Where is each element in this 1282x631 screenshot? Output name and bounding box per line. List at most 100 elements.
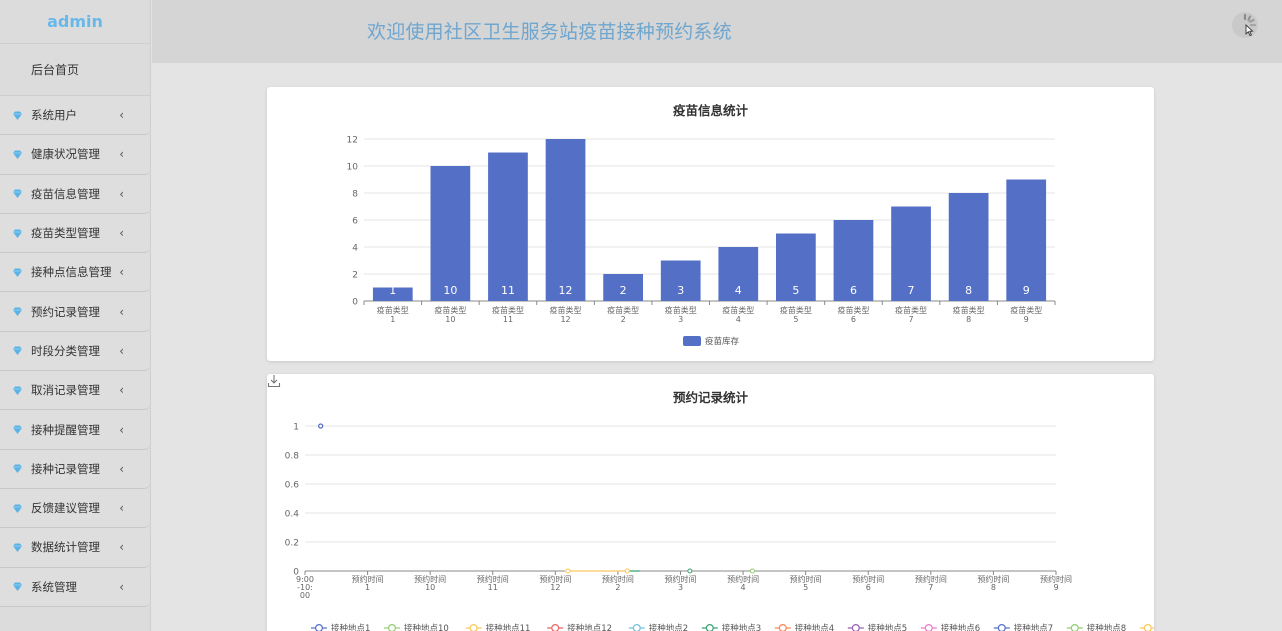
y-tick-label: 0.8 (285, 452, 300, 462)
bar-value-label: 8 (965, 284, 972, 297)
avatar[interactable] (1232, 12, 1258, 38)
legend-label: 接种地点8 (1087, 623, 1126, 631)
bar-value-label: 2 (620, 284, 627, 297)
bar-value-label: 4 (735, 284, 742, 297)
legend-label: 接种地点12 (567, 623, 612, 631)
sidebar-item[interactable]: 反馈建议管理 ‹ (0, 488, 150, 529)
x-tick-label: 疫苗类型 9 (1010, 305, 1042, 324)
gem-icon (12, 345, 23, 356)
bar-value-label: 12 (559, 284, 573, 297)
x-tick-label: 疫苗类型 8 (953, 305, 985, 324)
chevron-left-icon: ‹ (119, 461, 124, 476)
chevron-left-icon: ‹ (119, 147, 124, 162)
sidebar-item[interactable]: 数据统计管理 ‹ (0, 528, 150, 568)
x-tick-label: 疫苗类型 11 (492, 305, 524, 324)
gem-icon (12, 149, 23, 160)
legend-label: 接种地点2 (649, 623, 688, 631)
x-tick-label: 疫苗类型 10 (434, 305, 466, 324)
legend-label: 接种地点10 (404, 623, 449, 631)
sidebar-item[interactable]: 疫苗类型管理 ‹ (0, 213, 150, 254)
top-header: 欢迎使用社区卫生服务站疫苗接种预约系统 (152, 0, 1282, 63)
gem-icon (12, 542, 23, 553)
sidebar-item[interactable]: 系统管理 ‹ (0, 567, 150, 607)
sidebar-item[interactable]: 取消记录管理 ‹ (0, 371, 150, 411)
x-tick-label: 9:00 -10: 00 (296, 575, 314, 600)
x-tick-label: 预约时间 7 (915, 574, 947, 592)
chevron-left-icon: ‹ (119, 226, 124, 241)
chevron-left-icon: ‹ (119, 383, 124, 398)
gem-icon (12, 581, 23, 592)
gem-icon (12, 463, 23, 474)
x-tick-label: 预约时间 10 (414, 574, 446, 592)
x-tick-label: 预约时间 12 (539, 574, 571, 592)
gem-icon (12, 228, 23, 239)
vaccine-stats-card: 疫苗信息统计 0 2 4 6 8 10 12 1 疫苗类型 1 10 疫苗类型 10 11 疫苗类型 11 12… (267, 87, 1154, 361)
sidebar-item-label: 接种点信息管理 (31, 265, 112, 280)
chevron-left-icon: ‹ (119, 422, 124, 437)
chevron-left-icon: ‹ (119, 343, 124, 358)
x-tick-label: 疫苗类型 1 (377, 305, 409, 324)
legend-marker (632, 624, 641, 631)
x-tick-label: 疫苗类型 4 (722, 305, 754, 324)
sidebar-item[interactable]: 接种提醒管理 ‹ (0, 410, 150, 450)
x-tick-label: 预约时间 2 (602, 574, 634, 592)
x-tick-label: 预约时间 4 (727, 574, 759, 592)
bar (488, 152, 528, 301)
sidebar-item[interactable]: 系统用户 ‹ (0, 96, 150, 136)
y-tick-label: 6 (352, 217, 358, 227)
series-point (565, 568, 571, 574)
legend-marker (705, 624, 714, 631)
legend-label: 接种地点11 (486, 623, 531, 631)
sidebar-item[interactable]: 预约记录管理 ‹ (0, 292, 150, 332)
legend-marker (315, 624, 323, 631)
legend-marker (388, 624, 396, 631)
page-title: 欢迎使用社区卫生服务站疫苗接种预约系统 (367, 21, 732, 43)
legend-label: 接种地点6 (941, 623, 980, 631)
bar-value-label: 10 (443, 284, 457, 297)
sidebar-item-label: 系统用户 (31, 108, 77, 123)
legend-marker (997, 624, 1006, 631)
x-tick-label: 预约时间 9 (1040, 574, 1072, 592)
y-tick-label: 1 (293, 423, 299, 433)
series-point (624, 568, 630, 574)
x-tick-label: 预约时间 1 (352, 574, 384, 592)
sidebar-item-label: 取消记录管理 (31, 383, 100, 398)
bar-value-label: 7 (908, 284, 915, 297)
sidebar-item[interactable]: 接种点信息管理 ‹ (0, 253, 150, 293)
legend-label: 接种地点4 (795, 623, 834, 631)
sidebar-item-label: 数据统计管理 (31, 540, 100, 555)
sidebar-home-link[interactable]: 后台首页 (0, 44, 150, 96)
appointment-stats-card: 预约记录统计 0 0.2 0.4 0.6 0.8 1 9:00 -10: 00 预约时间 1 预约时间… (267, 374, 1154, 631)
sidebar-item[interactable]: 时段分类管理 ‹ (0, 331, 150, 372)
sidebar-item[interactable]: 接种记录管理 ‹ (0, 449, 150, 489)
gem-icon (12, 267, 23, 278)
chevron-left-icon: ‹ (119, 265, 124, 280)
sidebar-item[interactable]: 健康状况管理 ‹ (0, 135, 150, 175)
x-tick-label: 疫苗类型 5 (780, 305, 812, 324)
legend-marker (551, 624, 560, 631)
sidebar-menu: 系统用户 ‹ 健康状况管理 ‹ 疫苗信息管理 ‹ 疫苗类型管理 ‹ 接种点信息管理 ‹ 预约记录管理… (0, 96, 150, 607)
bar (430, 166, 471, 301)
legend-marker (1143, 624, 1152, 631)
y-tick-label: 0 (352, 298, 358, 308)
sidebar-item-label: 反馈建议管理 (31, 501, 100, 516)
legend-swatch (683, 336, 701, 346)
sidebar-item-label: 健康状况管理 (31, 147, 100, 162)
bar (1006, 179, 1047, 301)
legend-marker (469, 624, 478, 631)
x-tick-label: 预约时间 3 (665, 574, 697, 592)
series-point (687, 568, 693, 574)
sidebar-item[interactable]: 疫苗信息管理 ‹ (0, 174, 150, 214)
chevron-left-icon: ‹ (119, 108, 124, 123)
bar-value-label: 11 (501, 284, 515, 297)
sidebar-item-label: 接种记录管理 (31, 461, 100, 476)
legend-marker (924, 624, 933, 631)
series-point (317, 423, 324, 429)
chevron-left-icon: ‹ (119, 540, 124, 555)
legend-label: 接种地点1 (331, 623, 370, 631)
x-tick-label: 疫苗类型 2 (607, 305, 639, 324)
legend-label: 疫苗库存 (705, 336, 740, 347)
bar-chart: 0 2 4 6 8 10 12 1 疫苗类型 1 10 疫苗类型 10 11 疫苗类型 11 12 疫苗类型 12 2… (347, 136, 1056, 347)
legend-label: 接种地点3 (722, 623, 761, 631)
sidebar: admin 后台首页 系统用户 ‹ 健康状况管理 ‹ 疫苗信息管理 ‹ 疫苗类型管理 ‹ 接种点… (0, 0, 151, 631)
